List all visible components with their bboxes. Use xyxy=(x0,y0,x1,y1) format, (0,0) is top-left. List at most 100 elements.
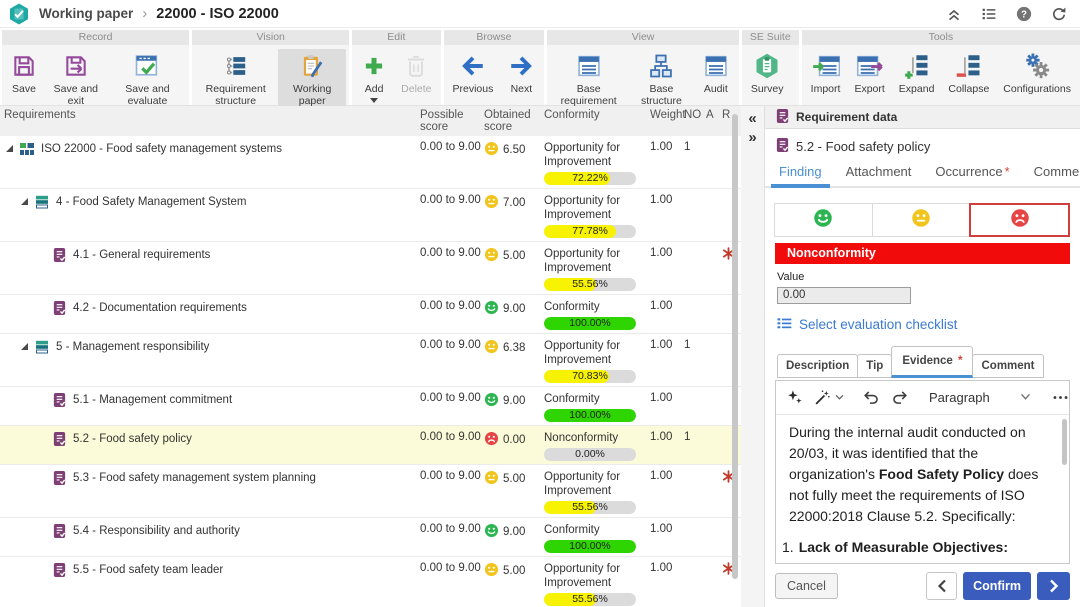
subtab-description[interactable]: Description xyxy=(777,354,858,378)
editor-toolbar: Paragraph xyxy=(776,381,1069,415)
table-row[interactable]: 5.5 - Food safety team leader0.00 to 9.0… xyxy=(0,557,742,607)
face-red-option[interactable] xyxy=(969,203,1070,237)
base-structure-button[interactable]: Base structure xyxy=(629,49,694,109)
subtab-comment[interactable]: Comment xyxy=(972,354,1043,378)
action-cell xyxy=(702,518,718,557)
ribbon-button-label: Delete xyxy=(401,83,431,95)
export-icon xyxy=(856,52,884,80)
conformity-label: Opportunity for Improvement xyxy=(544,141,640,169)
weight-cell: 1.00 xyxy=(646,557,680,607)
paragraph-style-dropdown[interactable]: Paragraph xyxy=(927,390,1033,405)
value-label: Value xyxy=(777,271,1068,283)
list-icon[interactable] xyxy=(980,5,998,23)
doc-icon xyxy=(52,562,67,578)
expand-button[interactable]: Expand xyxy=(893,49,941,97)
finding-subtab-bar: DescriptionTipEvidence *Comment xyxy=(775,346,1070,378)
save-and-exit-button[interactable]: Save and exit xyxy=(45,49,107,109)
more-options-icon[interactable] xyxy=(1051,388,1070,407)
value-input[interactable] xyxy=(777,287,911,304)
delete-icon xyxy=(403,52,429,80)
collapse-icon xyxy=(955,52,983,80)
obtained-score-value: 6.38 xyxy=(503,342,525,354)
previous-button[interactable]: Previous xyxy=(447,49,500,97)
table-row[interactable]: 4.2 - Documentation requirements0.00 to … xyxy=(0,295,742,334)
save-button[interactable]: Save xyxy=(5,49,43,97)
face-yellow-icon xyxy=(484,194,499,212)
previous-requirement-button[interactable] xyxy=(926,572,957,600)
expander-icon[interactable] xyxy=(21,343,28,350)
nonconformity-count-cell: 1 xyxy=(680,426,702,465)
face-yellow-option[interactable] xyxy=(872,203,971,237)
possible-score-cell: 0.00 to 9.00 xyxy=(416,426,480,465)
cancel-button[interactable]: Cancel xyxy=(775,573,838,599)
editor-content[interactable]: During the internal audit conducted on 2… xyxy=(776,415,1069,562)
select-evaluation-checklist-link[interactable]: Select evaluation checklist xyxy=(777,316,1068,334)
expand-panel-icon[interactable]: « xyxy=(741,109,764,128)
conformity-label: Opportunity for Improvement xyxy=(544,562,640,590)
next-requirement-button[interactable] xyxy=(1037,572,1070,600)
obtained-score-value: 9.00 xyxy=(503,526,525,538)
tab-occurrence[interactable]: Occurrence* xyxy=(935,164,1009,186)
table-row[interactable]: 5 - Management responsibility0.00 to 9.0… xyxy=(0,334,742,387)
ai-sparkles-icon[interactable] xyxy=(785,388,804,407)
collapse-button[interactable]: Collapse xyxy=(942,49,995,97)
collapse-panel-icon[interactable]: » xyxy=(741,128,764,147)
help-icon[interactable]: ? xyxy=(1015,5,1033,23)
weight-cell: 1.00 xyxy=(646,242,680,295)
survey-button[interactable]: Survey xyxy=(745,49,790,97)
collapse-ribbon-icon[interactable] xyxy=(945,5,963,23)
ribbon-button-label: Import xyxy=(811,83,841,95)
ribbon-button-label: Save xyxy=(12,83,36,95)
requirement-structure-button[interactable]: Requirement structure xyxy=(195,49,276,109)
subtab-evidence[interactable]: Evidence * xyxy=(891,346,973,378)
add-button[interactable]: Add xyxy=(355,49,393,105)
grid-scrollbar-thumb[interactable] xyxy=(732,114,738,579)
expander-icon[interactable] xyxy=(6,145,13,152)
app-logo-icon xyxy=(8,3,30,25)
conformity-percent: 72.22% xyxy=(544,172,636,185)
expander-icon[interactable] xyxy=(21,198,28,205)
tab-finding[interactable]: Finding xyxy=(779,164,822,186)
subtab-tip[interactable]: Tip xyxy=(857,354,892,378)
table-row[interactable]: 4 - Food Safety Management System0.00 to… xyxy=(0,189,742,242)
conformity-progress-bar: 100.00% xyxy=(544,317,636,330)
expand-icon xyxy=(903,52,931,80)
breadcrumb-section[interactable]: Working paper xyxy=(39,6,133,21)
next-button[interactable]: Next xyxy=(501,49,541,97)
conformity-percent: 100.00% xyxy=(544,409,636,422)
audit-button[interactable]: Audit xyxy=(696,49,736,97)
export-button[interactable]: Export xyxy=(848,49,890,97)
configurations-button[interactable]: Configurations xyxy=(997,49,1077,97)
base-requirement-button[interactable]: Base requirement xyxy=(550,49,627,109)
refresh-icon[interactable] xyxy=(1050,5,1068,23)
conformity-label: Conformity xyxy=(544,523,640,537)
possible-score-cell: 0.00 to 9.00 xyxy=(416,518,480,557)
working-paper-button[interactable]: Working paper xyxy=(278,49,346,109)
delete-button[interactable]: Delete xyxy=(395,49,437,97)
nonconformity-count-cell xyxy=(680,242,702,295)
conformity-cell: Nonconformity0.00% xyxy=(540,426,646,465)
possible-score-cell: 0.00 to 9.00 xyxy=(416,334,480,387)
tab-comment[interactable]: Comment xyxy=(1034,164,1080,186)
confirm-button[interactable]: Confirm xyxy=(963,572,1031,600)
table-row[interactable]: 5.4 - Responsibility and authority0.00 t… xyxy=(0,518,742,557)
table-row[interactable]: ISO 22000 - Food safety management syste… xyxy=(0,136,742,189)
chevron-right-icon xyxy=(1049,579,1059,593)
undo-icon[interactable] xyxy=(862,388,881,407)
table-row[interactable]: 5.2 - Food safety policy0.00 to 9.000.00… xyxy=(0,426,742,465)
ribbon-group-view: ViewBase requirementBase structureAudit xyxy=(547,30,738,105)
table-row[interactable]: 4.1 - General requirements0.00 to 9.005.… xyxy=(0,242,742,295)
obtained-score-cell: 9.00 xyxy=(480,295,540,334)
ribbon-button-label: Expand xyxy=(899,83,935,95)
editor-scrollbar-thumb[interactable] xyxy=(1062,419,1067,465)
magic-wand-icon[interactable] xyxy=(813,388,844,407)
face-green-option[interactable] xyxy=(774,203,873,237)
redo-icon[interactable] xyxy=(890,388,909,407)
table-row[interactable]: 5.1 - Management commitment0.00 to 9.009… xyxy=(0,387,742,426)
root-icon xyxy=(19,141,35,157)
panel-footer: Cancel Confirm xyxy=(775,572,1070,600)
tab-attachment[interactable]: Attachment xyxy=(846,164,912,186)
save-exit-icon xyxy=(63,52,89,80)
table-row[interactable]: 5.3 - Food safety management system plan… xyxy=(0,465,742,518)
import-button[interactable]: Import xyxy=(805,49,847,97)
